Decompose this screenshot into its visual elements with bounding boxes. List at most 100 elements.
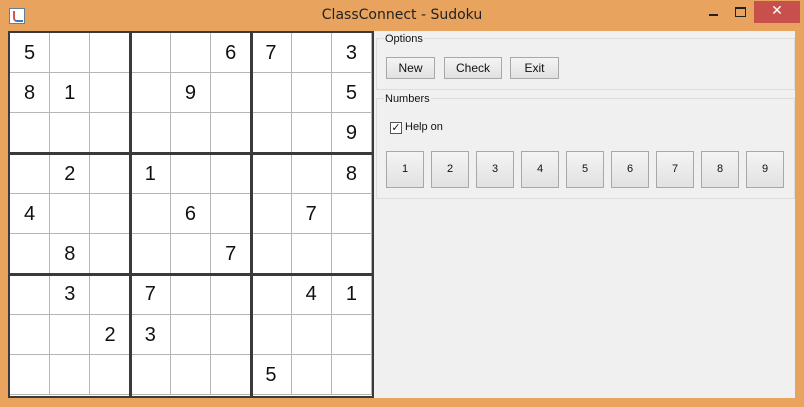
sudoku-cell[interactable] [211, 274, 252, 315]
sudoku-cell[interactable] [90, 274, 131, 315]
sudoku-cell[interactable]: 6 [211, 33, 252, 74]
sudoku-cell[interactable] [10, 314, 51, 355]
number-button[interactable]: 4 [521, 151, 559, 188]
sudoku-cell[interactable]: 3 [50, 274, 91, 315]
sudoku-cell[interactable]: 9 [331, 113, 372, 154]
sudoku-cell[interactable]: 3 [331, 33, 372, 74]
sudoku-cell[interactable]: 2 [50, 153, 91, 194]
sudoku-cell[interactable] [211, 113, 252, 154]
sudoku-cell[interactable] [251, 193, 292, 235]
sudoku-cell[interactable] [211, 193, 252, 235]
exit-button[interactable]: Exit [510, 57, 559, 79]
sudoku-cell[interactable] [130, 354, 171, 395]
sudoku-cell[interactable] [170, 153, 212, 194]
number-button[interactable]: 1 [386, 151, 424, 188]
sudoku-cell[interactable] [10, 234, 51, 275]
sudoku-cell[interactable] [90, 193, 131, 235]
sudoku-cell[interactable] [50, 314, 91, 355]
sudoku-cell[interactable] [291, 153, 332, 194]
sudoku-cell[interactable]: 5 [10, 33, 51, 74]
sudoku-cell[interactable] [291, 73, 332, 114]
sudoku-cell[interactable] [90, 153, 131, 194]
sudoku-cell[interactable] [211, 314, 252, 355]
number-button[interactable]: 9 [746, 151, 784, 188]
sudoku-cell[interactable] [251, 274, 292, 315]
sudoku-cell[interactable] [10, 113, 51, 154]
sudoku-cell[interactable] [90, 354, 131, 395]
sudoku-cell[interactable]: 3 [130, 314, 171, 355]
sudoku-cell[interactable] [291, 113, 332, 154]
sudoku-cell[interactable]: 7 [211, 234, 252, 275]
sudoku-cell[interactable]: 5 [251, 354, 292, 395]
sudoku-cell[interactable] [331, 234, 372, 275]
sudoku-cell[interactable] [90, 234, 131, 275]
sudoku-cell[interactable]: 7 [291, 193, 332, 235]
sudoku-cell[interactable] [211, 153, 252, 194]
sudoku-cell[interactable] [10, 274, 51, 315]
sudoku-cell[interactable]: 9 [170, 73, 212, 114]
sudoku-cell[interactable]: 4 [291, 274, 332, 315]
sudoku-cell[interactable] [170, 33, 212, 74]
sudoku-cell[interactable] [331, 314, 372, 355]
options-group [376, 38, 795, 90]
number-button[interactable]: 3 [476, 151, 514, 188]
sudoku-cell[interactable] [130, 193, 171, 235]
sudoku-cell[interactable] [170, 113, 212, 154]
sudoku-cell[interactable] [50, 354, 91, 395]
sudoku-cell[interactable]: 7 [130, 274, 171, 315]
sudoku-cell[interactable] [50, 113, 91, 154]
number-button[interactable]: 2 [431, 151, 469, 188]
box-divider-horizontal [10, 152, 372, 156]
sudoku-cell[interactable] [170, 274, 212, 315]
check-button[interactable]: Check [444, 57, 502, 79]
sudoku-cell[interactable] [331, 354, 372, 395]
sudoku-cell[interactable]: 8 [50, 234, 91, 275]
sudoku-cell[interactable] [90, 73, 131, 114]
help-on-checkbox[interactable]: ✓ [390, 122, 402, 134]
sudoku-cell[interactable] [130, 73, 171, 114]
sudoku-cell[interactable] [50, 193, 91, 235]
sudoku-cell[interactable] [291, 354, 332, 395]
new-button[interactable]: New [386, 57, 435, 79]
number-button[interactable]: 8 [701, 151, 739, 188]
number-button[interactable]: 6 [611, 151, 649, 188]
sudoku-cell[interactable] [331, 193, 372, 235]
sudoku-cell[interactable] [291, 314, 332, 355]
sudoku-cell[interactable]: 1 [331, 274, 372, 315]
sudoku-cell[interactable] [251, 153, 292, 194]
sudoku-cell[interactable] [130, 234, 171, 275]
number-button[interactable]: 7 [656, 151, 694, 188]
sudoku-cell[interactable]: 8 [10, 73, 51, 114]
sudoku-cell[interactable] [251, 234, 292, 275]
client-area: 567381959218467873741235 Options New Che… [8, 31, 795, 398]
sudoku-cell[interactable] [90, 113, 131, 154]
minimize-button[interactable] [700, 1, 726, 23]
sudoku-cell[interactable] [10, 153, 51, 194]
sudoku-cell[interactable] [50, 33, 91, 74]
sudoku-cell[interactable] [211, 354, 252, 395]
sudoku-cell[interactable]: 8 [331, 153, 372, 194]
sudoku-cell[interactable] [251, 314, 292, 355]
close-button[interactable]: ✕ [754, 1, 800, 23]
maximize-button[interactable] [727, 1, 753, 23]
sudoku-cell[interactable] [130, 33, 171, 74]
sudoku-cell[interactable] [291, 33, 332, 74]
sudoku-cell[interactable] [170, 354, 212, 395]
sudoku-cell[interactable] [170, 234, 212, 275]
sudoku-cell[interactable] [130, 113, 171, 154]
sudoku-cell[interactable]: 2 [90, 314, 131, 355]
sudoku-cell[interactable]: 7 [251, 33, 292, 74]
number-button[interactable]: 5 [566, 151, 604, 188]
sudoku-cell[interactable] [170, 314, 212, 355]
sudoku-cell[interactable]: 1 [50, 73, 91, 114]
sudoku-cell[interactable] [10, 354, 51, 395]
sudoku-cell[interactable] [291, 234, 332, 275]
sudoku-cell[interactable]: 6 [170, 193, 212, 235]
sudoku-cell[interactable]: 5 [331, 73, 372, 114]
sudoku-cell[interactable]: 1 [130, 153, 171, 194]
sudoku-cell[interactable] [251, 113, 292, 154]
sudoku-cell[interactable] [251, 73, 292, 114]
sudoku-cell[interactable] [90, 33, 131, 74]
sudoku-cell[interactable]: 4 [10, 193, 51, 235]
sudoku-cell[interactable] [211, 73, 252, 114]
